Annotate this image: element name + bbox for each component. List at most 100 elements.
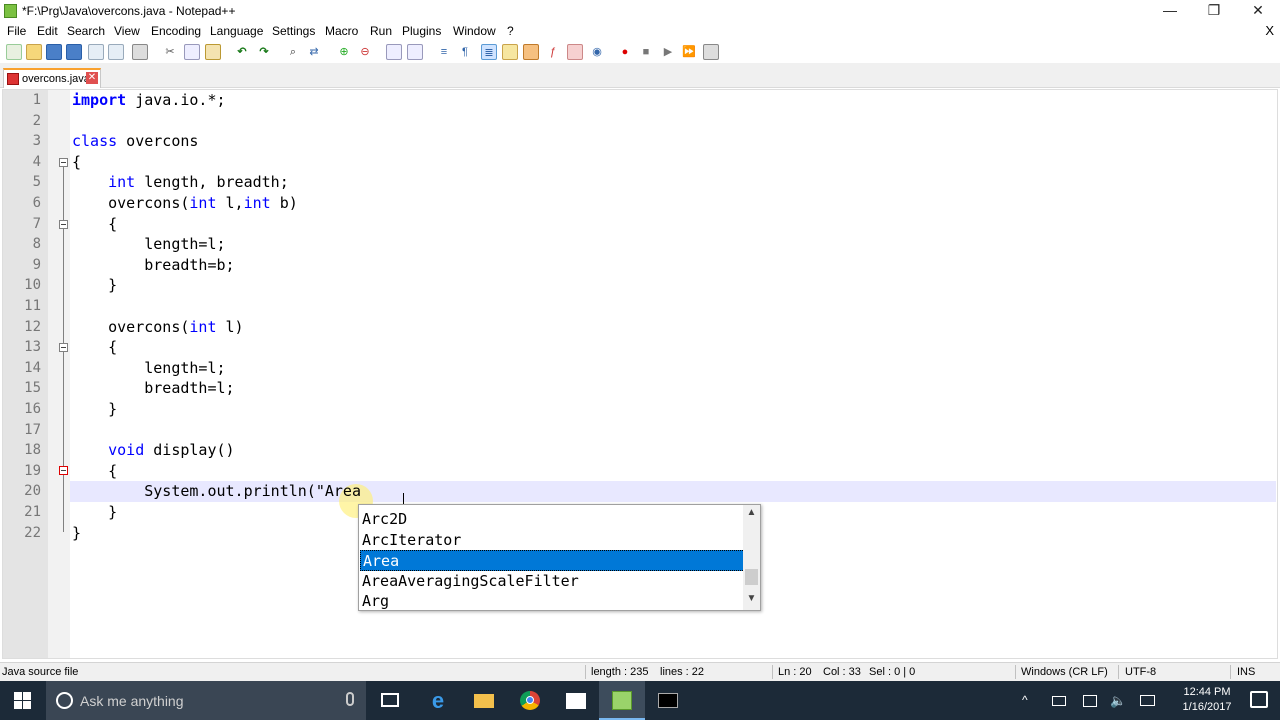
word-wrap-icon[interactable]: ≡ <box>436 44 452 60</box>
status-separator <box>1118 665 1119 679</box>
code-line: void display() <box>108 441 235 460</box>
lang-icon[interactable] <box>502 44 518 60</box>
code-line: } <box>72 523 82 542</box>
battery-icon[interactable] <box>1052 696 1066 706</box>
menu-language[interactable]: Language <box>210 24 263 38</box>
menu-window[interactable]: Window <box>453 24 496 38</box>
chrome-button[interactable] <box>507 681 553 720</box>
autocomplete-item[interactable]: Arg <box>360 591 745 612</box>
autocomplete-item[interactable]: ArcIterator <box>360 530 745 551</box>
menu-plugins[interactable]: Plugins <box>402 24 441 38</box>
find-icon[interactable]: ⌕ <box>285 44 301 60</box>
close-file-icon[interactable] <box>88 44 104 60</box>
menu-macro[interactable]: Macro <box>325 24 358 38</box>
folder-workspace-icon[interactable] <box>567 44 583 60</box>
toolbar: ✂ ↶ ↷ ⌕ ⇄ ⊕ ⊖ ≡ ¶ ≣ ƒ ◉ ● ■ ▶ ⏩ <box>0 41 1280 63</box>
cortana-search-box[interactable]: Ask me anything <box>46 681 366 720</box>
line-number: 14 <box>24 359 41 376</box>
file-explorer-button[interactable] <box>461 681 507 720</box>
menu-file[interactable]: File <box>7 24 26 38</box>
replace-icon[interactable]: ⇄ <box>306 44 322 60</box>
status-sel: Sel : 0 | 0 <box>869 666 916 678</box>
tab-close-icon[interactable]: ✕ <box>86 72 98 84</box>
menu-search[interactable]: Search <box>67 24 105 38</box>
open-file-icon[interactable] <box>26 44 42 60</box>
autocomplete-item[interactable]: AreaAveragingScaleFilter <box>360 571 745 592</box>
save-icon[interactable] <box>46 44 62 60</box>
task-view-button[interactable] <box>368 681 414 720</box>
action-center-icon[interactable] <box>1250 691 1268 708</box>
menu-edit[interactable]: Edit <box>37 24 58 38</box>
scroll-down-icon[interactable]: ▼ <box>743 593 760 609</box>
doc-map-icon[interactable] <box>523 44 539 60</box>
autocomplete-item-selected[interactable]: Area <box>360 550 745 571</box>
autocomplete-popup[interactable]: Arc2D ArcIterator Area AreaAveragingScal… <box>358 504 761 611</box>
status-ln: Ln : 20 <box>778 666 812 678</box>
stop-macro-icon[interactable]: ■ <box>638 44 654 60</box>
fold-toggle-icon[interactable] <box>59 220 68 229</box>
status-eol: Windows (CR LF) <box>1021 666 1108 678</box>
code-line: System.out.println("Area <box>72 482 361 501</box>
start-button[interactable] <box>0 681 46 720</box>
fold-margin <box>48 90 70 658</box>
restore-button[interactable]: ❐ <box>1192 0 1236 22</box>
clock[interactable]: 12:44 PM 1/16/2017 <box>1172 685 1242 715</box>
fold-toggle-icon[interactable] <box>59 343 68 352</box>
menu-settings[interactable]: Settings <box>272 24 315 38</box>
show-all-chars-icon[interactable]: ¶ <box>457 44 473 60</box>
menu-run[interactable]: Run <box>370 24 392 38</box>
save-macro-icon[interactable] <box>703 44 719 60</box>
clock-time: 12:44 PM <box>1183 686 1231 698</box>
new-file-icon[interactable] <box>6 44 22 60</box>
keyboard-icon[interactable] <box>1140 695 1155 706</box>
volume-icon[interactable]: 🔈 <box>1110 693 1126 709</box>
monitoring-icon[interactable]: ◉ <box>589 44 605 60</box>
minimize-button[interactable]: — <box>1148 0 1192 22</box>
record-macro-icon[interactable]: ● <box>617 44 633 60</box>
menu-view[interactable]: View <box>114 24 140 38</box>
status-lines: lines : 22 <box>660 666 705 678</box>
function-list-icon[interactable]: ƒ <box>545 44 561 60</box>
window-title: *F:\Prg\Java\overcons.java - Notepad++ <box>22 4 236 18</box>
line-number: 2 <box>32 112 41 129</box>
cortana-icon <box>56 692 73 709</box>
notepadpp-taskbar-button[interactable] <box>599 681 645 720</box>
close-all-icon[interactable] <box>108 44 124 60</box>
microphone-icon[interactable] <box>346 692 354 706</box>
scroll-thumb[interactable] <box>745 569 758 585</box>
tab-overcons[interactable]: overcons.java ✕ <box>3 68 101 88</box>
fold-toggle-icon[interactable] <box>59 158 68 167</box>
scroll-up-icon[interactable]: ▲ <box>743 507 760 523</box>
save-all-icon[interactable] <box>66 44 82 60</box>
undo-icon[interactable]: ↶ <box>234 44 250 60</box>
cmd-taskbar-button[interactable] <box>645 681 691 720</box>
sync-horizontal-icon[interactable] <box>407 44 423 60</box>
line-number: 12 <box>24 318 41 335</box>
menu-encoding[interactable]: Encoding <box>151 24 201 38</box>
edge-browser-button[interactable]: e <box>415 681 461 720</box>
paste-icon[interactable] <box>205 44 221 60</box>
store-button[interactable] <box>553 681 599 720</box>
show-hidden-icons-button[interactable]: ^ <box>1022 693 1028 707</box>
sync-vertical-icon[interactable] <box>386 44 402 60</box>
fold-toggle-icon[interactable] <box>59 466 68 475</box>
play-macro-icon[interactable]: ▶ <box>660 44 676 60</box>
network-icon[interactable] <box>1083 695 1097 707</box>
status-length: length : 235 <box>591 666 649 678</box>
close-document-button[interactable]: X <box>1265 23 1274 38</box>
autocomplete-scrollbar[interactable]: ▲ ▼ <box>743 505 760 610</box>
indent-guide-icon[interactable]: ≣ <box>481 44 497 60</box>
run-macro-multiple-icon[interactable]: ⏩ <box>681 44 697 60</box>
print-icon[interactable] <box>132 44 148 60</box>
code-line: overcons(int l) <box>72 317 244 336</box>
cut-icon[interactable]: ✂ <box>162 44 178 60</box>
zoom-in-icon[interactable]: ⊕ <box>336 44 352 60</box>
tab-strip: overcons.java ✕ <box>0 63 1280 88</box>
code-line: class overcons <box>72 132 199 151</box>
zoom-out-icon[interactable]: ⊖ <box>357 44 373 60</box>
menu-help[interactable]: ? <box>507 24 514 38</box>
close-button[interactable]: ✕ <box>1236 0 1280 22</box>
autocomplete-item[interactable]: Arc2D <box>360 509 745 530</box>
copy-icon[interactable] <box>184 44 200 60</box>
redo-icon[interactable]: ↷ <box>256 44 272 60</box>
